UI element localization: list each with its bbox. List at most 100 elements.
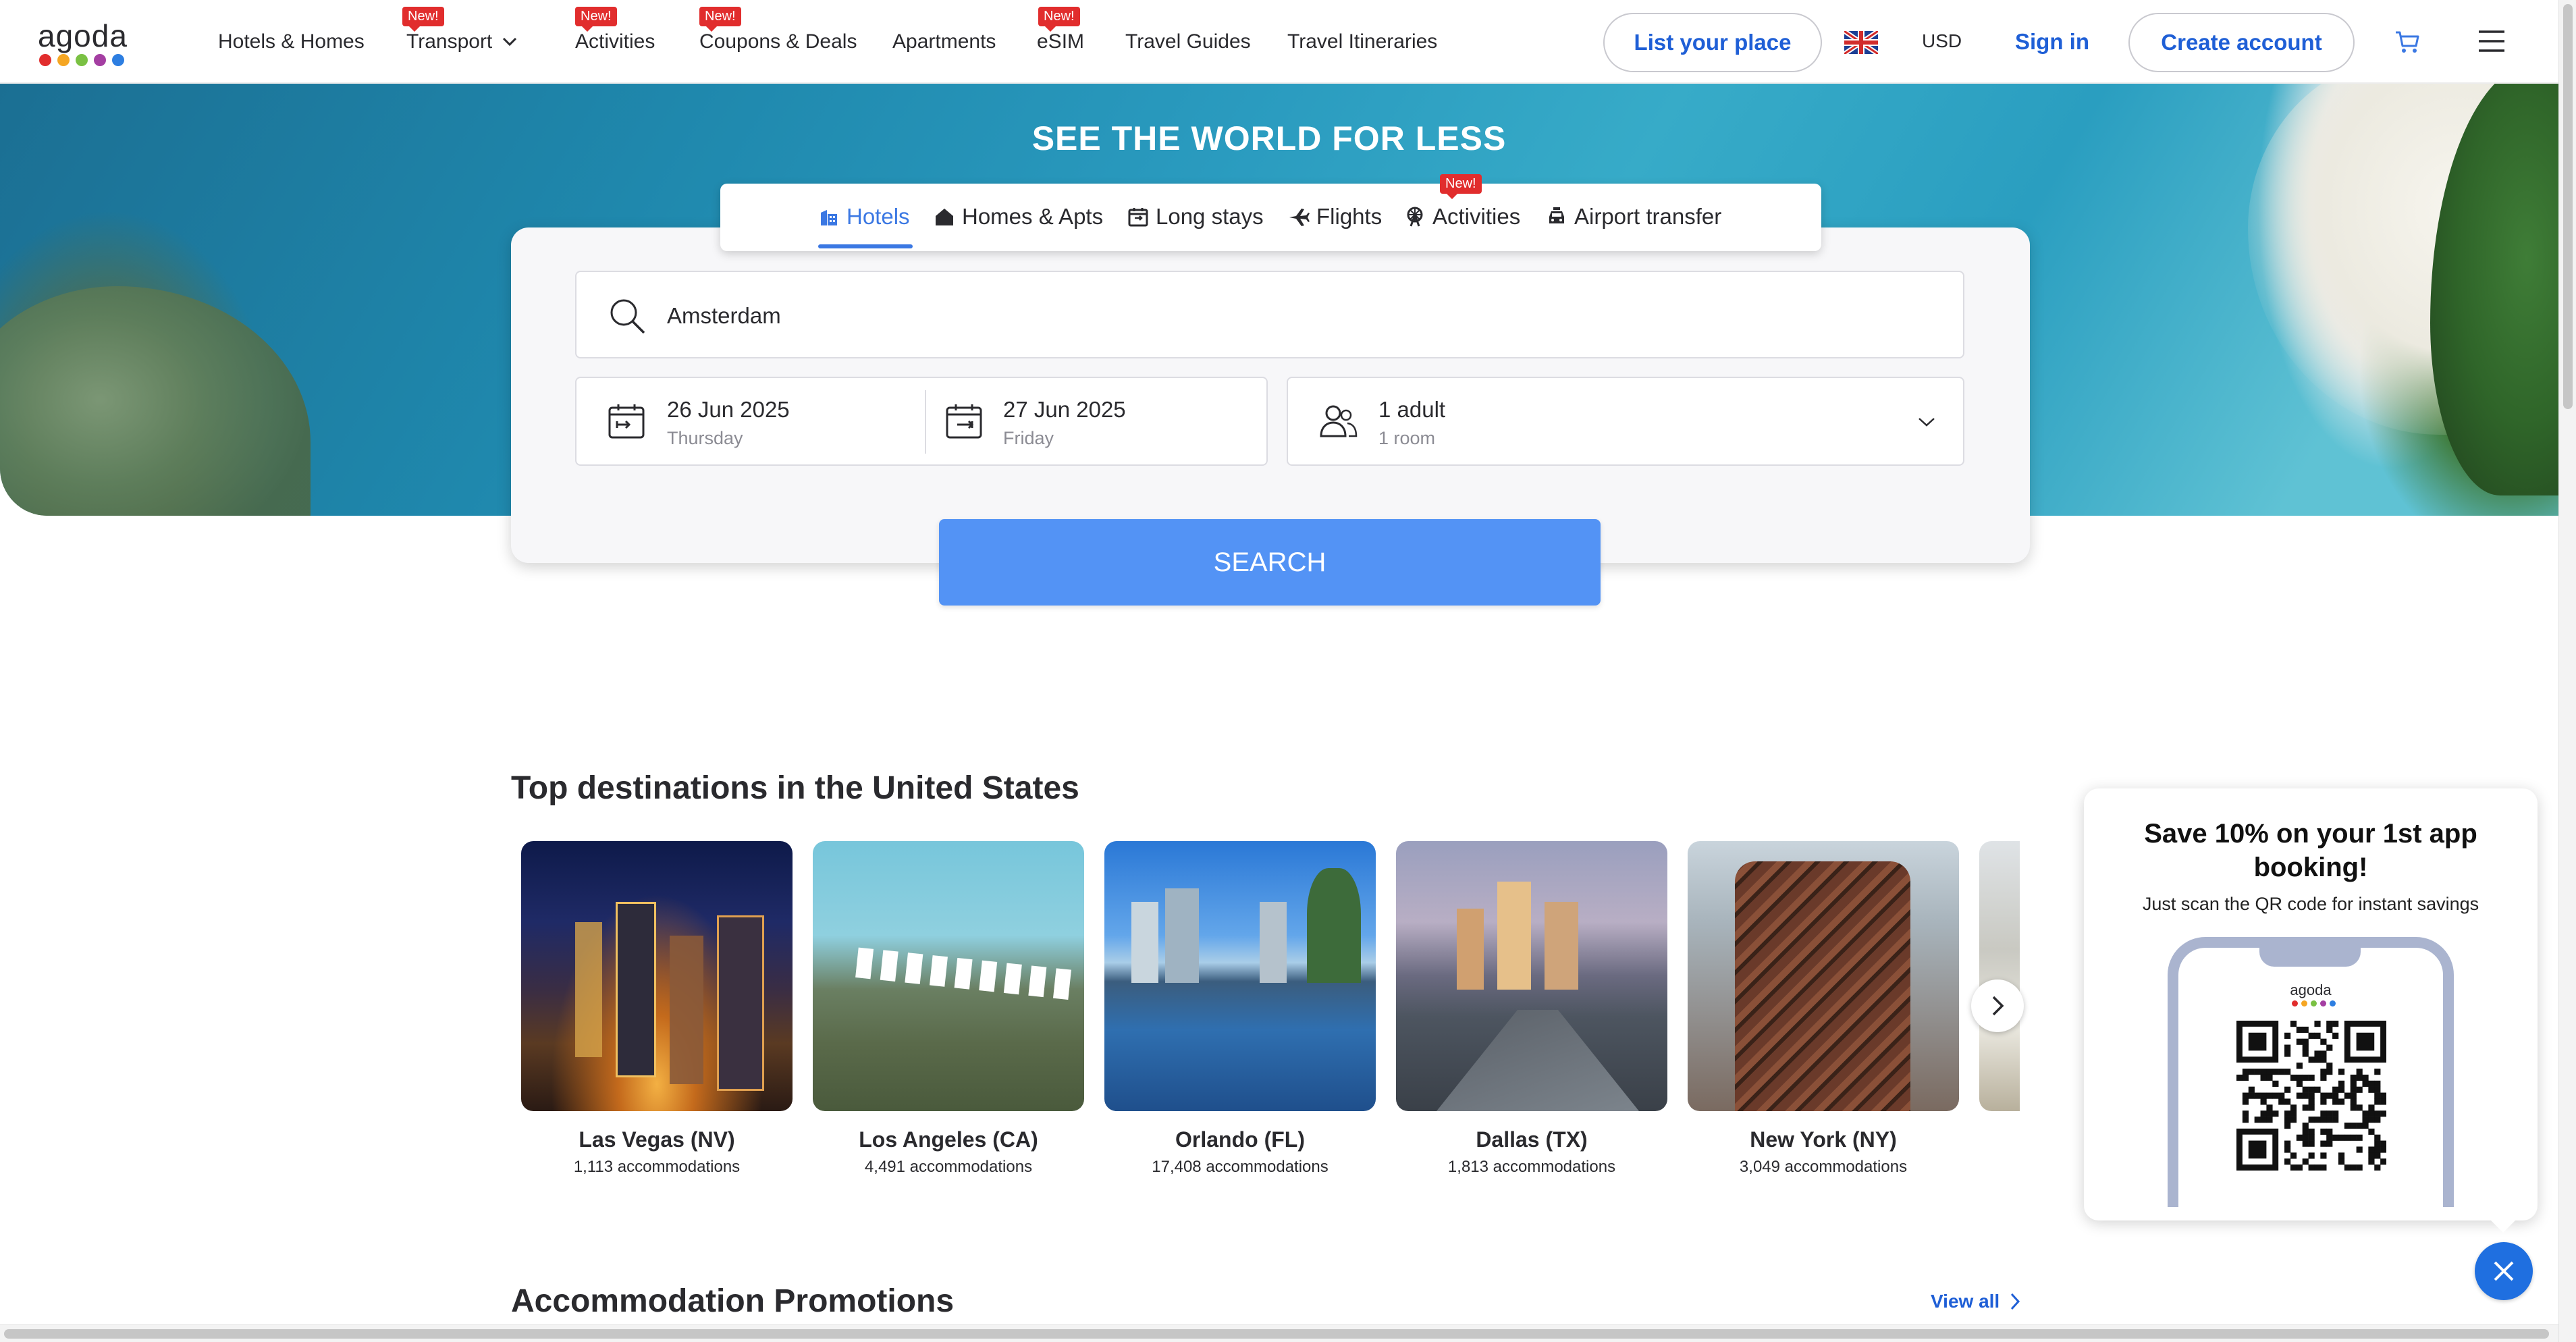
qr-module (2284, 1117, 2291, 1123)
destination-card-orlando[interactable]: Orlando (FL) 17,408 accommodations (1104, 841, 1376, 1177)
tab-long-stays[interactable]: Long stays (1127, 204, 1264, 230)
qr-module (2284, 1050, 2291, 1057)
qr-module (2314, 1050, 2321, 1057)
qr-module (2308, 1098, 2315, 1105)
logo-dot (94, 54, 106, 66)
agoda-logo[interactable]: agoda (38, 18, 139, 70)
app-promo-popup: Save 10% on your 1st app booking! Just s… (2084, 788, 2538, 1220)
qr-module (2284, 1158, 2291, 1165)
vertical-scrollbar[interactable] (2558, 0, 2576, 1342)
qr-module (2260, 1098, 2267, 1105)
qr-module (2290, 1074, 2297, 1081)
app-promo-subtitle: Just scan the QR code for instant saving… (2142, 894, 2479, 914)
tab-homes-apts[interactable]: Homes & Apts (934, 204, 1103, 230)
destination-field[interactable]: Amsterdam (575, 271, 1964, 358)
qr-module (2284, 1069, 2291, 1075)
uk-flag-icon[interactable] (1843, 29, 1879, 56)
checkin-field[interactable]: 26 Jun 2025 Thursday (576, 378, 925, 464)
carousel-next-button[interactable] (1971, 979, 2024, 1032)
qr-module (2320, 1128, 2327, 1135)
qr-module (2302, 1092, 2309, 1099)
qr-module (2356, 1074, 2363, 1081)
guests-field[interactable]: 1 adult 1 room (1287, 377, 1964, 466)
checkout-field[interactable]: 27 Jun 2025 Friday (926, 378, 1268, 464)
nav-travel-guides[interactable]: Travel Guides (1125, 30, 1251, 53)
building-shape (1545, 902, 1578, 990)
qr-module (2350, 1092, 2357, 1099)
guests-occupancy: 1 adult (1378, 397, 1446, 422)
menu-icon[interactable] (2477, 28, 2506, 54)
nav-transport-label: Transport (406, 30, 493, 53)
nav-activities[interactable]: Activities (575, 30, 655, 53)
nav-transport[interactable]: Transport (406, 30, 518, 53)
qr-module (2374, 1098, 2381, 1105)
qr-module (2368, 1086, 2375, 1093)
tab-flights[interactable]: Flights (1288, 204, 1382, 230)
close-popup-button[interactable] (2475, 1242, 2533, 1300)
qr-module (2308, 1128, 2315, 1135)
date-range-field[interactable]: 26 Jun 2025 Thursday 27 Jun 2025 Friday (575, 377, 1268, 466)
tab-airport-transfer[interactable]: Airport transfer (1546, 204, 1721, 230)
building-shape (717, 915, 764, 1091)
nav-hotels-homes[interactable]: Hotels & Homes (218, 30, 365, 53)
qr-module (2242, 1110, 2249, 1117)
qr-module (2362, 1117, 2369, 1123)
create-account-button[interactable]: Create account (2128, 13, 2355, 72)
destination-card-new-york[interactable]: New York (NY) 3,049 accommodations (1688, 841, 1959, 1177)
logo-dots (39, 54, 124, 66)
horizontal-scrollbar[interactable] (0, 1324, 2558, 1342)
destination-count: 1,813 accommodations (1447, 1158, 1616, 1176)
nav-apartments[interactable]: Apartments (892, 30, 996, 53)
qr-code-image[interactable] (2236, 1021, 2386, 1171)
hero-title: SEE THE WORLD FOR LESS (1031, 119, 1507, 157)
calendar-icon (1128, 208, 1148, 227)
destination-card-dallas[interactable]: Dallas (TX) 1,813 accommodations (1396, 841, 1667, 1177)
destination-name: Los Angeles (CA) (859, 1127, 1038, 1152)
destination-card-los-angeles[interactable]: ▮▮▮▮▮▮▮▮▮ Los Angeles (CA) 4,491 accommo… (813, 841, 1084, 1177)
list-your-place-button[interactable]: List your place (1603, 13, 1822, 72)
qr-module (2380, 1140, 2386, 1147)
qr-module (2368, 1110, 2375, 1117)
guests-rooms: 1 room (1378, 428, 1436, 448)
next-destination-peek (1979, 841, 2020, 1111)
destination-count: 4,491 accommodations (864, 1158, 1033, 1176)
tab-activities[interactable]: Activities (1404, 204, 1520, 230)
qr-module (2350, 1086, 2357, 1093)
qr-module (2302, 1140, 2309, 1147)
qr-module (2332, 1110, 2339, 1117)
qr-module (2374, 1146, 2381, 1153)
qr-module (2338, 1134, 2345, 1141)
qr-module (2290, 1110, 2297, 1117)
qr-module (2374, 1117, 2381, 1123)
qr-module (2356, 1086, 2363, 1093)
new-badge: New! (699, 7, 741, 32)
hollywood-sign-graphic: ▮▮▮▮▮▮▮▮▮ (852, 938, 1079, 1004)
logo-dot (76, 54, 88, 66)
scrollbar-thumb[interactable] (4, 1329, 2549, 1339)
nav-travel-itineraries[interactable]: Travel Itineraries (1287, 30, 1437, 53)
qr-module (2326, 1063, 2333, 1069)
sign-in-link[interactable]: Sign in (2015, 29, 2089, 55)
qr-module (2308, 1032, 2315, 1039)
search-button[interactable]: SEARCH (939, 519, 1601, 606)
destination-card-las-vegas[interactable]: Las Vegas (NV) 1,113 accommodations (521, 841, 793, 1177)
qr-module (2302, 1086, 2309, 1093)
destination-name: New York (NY) (1750, 1127, 1897, 1152)
qr-module (2272, 1092, 2279, 1099)
tab-hotels[interactable]: Hotels (818, 204, 910, 230)
qr-module (2248, 1092, 2255, 1099)
view-all-link[interactable]: View all (1931, 1291, 2021, 1312)
currency-selector[interactable]: USD (1922, 30, 1962, 52)
qr-module (2302, 1128, 2309, 1135)
qr-module (2266, 1117, 2273, 1123)
cart-icon[interactable] (2394, 28, 2421, 55)
top-header: agoda Hotels & Homes New! Transport New!… (0, 0, 2558, 84)
qr-module (2314, 1056, 2321, 1063)
destination-image (521, 841, 793, 1111)
qr-module (2338, 1069, 2345, 1075)
qr-module (2290, 1104, 2297, 1111)
nav-esim[interactable]: eSIM (1037, 30, 1084, 53)
scrollbar-thumb[interactable] (2563, 4, 2573, 409)
nav-coupons-deals[interactable]: Coupons & Deals (699, 30, 857, 53)
qr-module (2368, 1152, 2375, 1159)
